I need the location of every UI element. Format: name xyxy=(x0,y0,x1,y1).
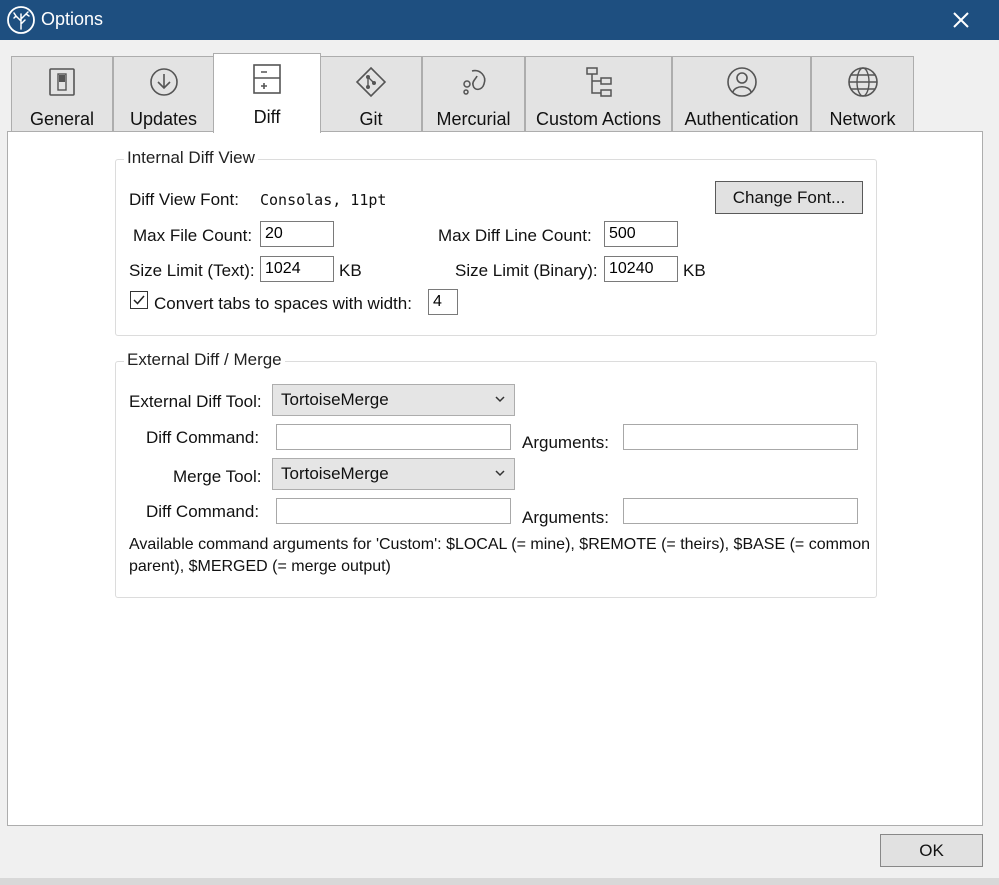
tab-mercurial[interactable]: Mercurial xyxy=(422,56,525,132)
max-diff-line-count-field[interactable] xyxy=(604,221,678,247)
git-icon xyxy=(355,66,387,98)
tab-width-field[interactable] xyxy=(428,289,458,315)
tab-label: Custom Actions xyxy=(535,109,662,129)
chevron-down-icon xyxy=(495,470,505,477)
max-file-count-label: Max File Count: xyxy=(133,226,253,245)
title-bar: Options xyxy=(0,0,999,40)
group-title: Internal Diff View xyxy=(124,148,258,168)
download-circle-icon xyxy=(149,68,178,96)
convert-tabs-checkbox[interactable] xyxy=(130,291,148,309)
tab-label: Authentication xyxy=(684,109,799,129)
diff-arguments-label: Arguments: xyxy=(522,433,609,452)
merge-arguments-label: Arguments: xyxy=(522,508,609,527)
group-title: External Diff / Merge xyxy=(124,350,285,370)
flowchart-icon xyxy=(585,67,612,97)
size-limit-text-label: Size Limit (Text): xyxy=(129,261,255,280)
size-limit-binary-label: Size Limit (Binary): xyxy=(455,261,598,280)
globe-icon xyxy=(847,67,878,97)
chevron-down-icon xyxy=(495,396,505,403)
tab-git[interactable]: Git xyxy=(320,56,422,132)
size-limit-binary-unit: KB xyxy=(683,261,706,280)
mercurial-icon xyxy=(462,69,485,95)
external-diff-merge-group: External Diff / Merge External Diff Tool… xyxy=(115,350,877,598)
size-limit-binary-field[interactable] xyxy=(604,256,678,282)
window-title: Options xyxy=(41,9,104,29)
tab-label: Git xyxy=(359,109,383,129)
size-limit-text-unit: KB xyxy=(339,261,362,280)
merge-arguments-field[interactable] xyxy=(623,498,858,524)
diff-view-font-value: Consolas, 11pt xyxy=(260,191,387,209)
close-icon xyxy=(953,12,969,28)
merge-tool-label: Merge Tool: xyxy=(173,467,262,486)
bottom-edge xyxy=(0,878,999,885)
convert-tabs-label: Convert tabs to spaces with width: xyxy=(154,294,412,313)
tab-label: Mercurial xyxy=(436,109,511,129)
tab-general[interactable]: General xyxy=(11,56,113,132)
tab-network[interactable]: Network xyxy=(811,56,914,132)
merge-diff-command-field[interactable] xyxy=(276,498,511,524)
merge-tool-dropdown[interactable]: TortoiseMerge xyxy=(272,458,515,490)
diff-arguments-field[interactable] xyxy=(623,424,858,450)
tab-label: General xyxy=(29,109,95,129)
tree-icon xyxy=(7,6,35,34)
diff-view-font-label: Diff View Font: xyxy=(129,190,239,209)
tab-label: Network xyxy=(829,109,896,129)
external-diff-tool-value: TortoiseMerge xyxy=(281,390,389,409)
help-line-1: Available command arguments for 'Custom'… xyxy=(129,536,871,553)
internal-diff-view-group: Internal Diff View Diff View Font: Conso… xyxy=(115,148,877,336)
user-circle-icon xyxy=(726,67,757,97)
merge-tool-value: TortoiseMerge xyxy=(281,464,389,483)
diff-command-field[interactable] xyxy=(276,424,511,450)
change-font-button[interactable]: Change Font... xyxy=(715,181,863,214)
tab-custom-actions[interactable]: Custom Actions xyxy=(525,56,672,132)
tab-updates[interactable]: Updates xyxy=(113,56,214,132)
help-line-2: parent), $MERGED (= merge output) xyxy=(129,558,391,575)
merge-diff-command-label: Diff Command: xyxy=(146,502,260,521)
ok-button[interactable]: OK xyxy=(880,834,983,867)
diff-document-icon xyxy=(253,64,281,94)
checkmark-icon xyxy=(133,295,145,305)
size-limit-text-field[interactable] xyxy=(260,256,334,282)
diff-command-label: Diff Command: xyxy=(146,428,260,447)
external-diff-tool-label: External Diff Tool: xyxy=(129,392,262,411)
toggle-switch-icon xyxy=(49,68,75,96)
diff-settings-panel: Internal Diff View Diff View Font: Conso… xyxy=(7,131,983,826)
tab-label: Updates xyxy=(129,109,198,129)
tab-label: Diff xyxy=(253,107,281,127)
tab-diff[interactable]: Diff xyxy=(213,53,321,133)
close-button[interactable] xyxy=(936,0,986,40)
external-diff-tool-dropdown[interactable]: TortoiseMerge xyxy=(272,384,515,416)
command-arguments-help: Available command arguments for 'Custom'… xyxy=(129,534,874,578)
tab-authentication[interactable]: Authentication xyxy=(672,56,811,132)
max-file-count-field[interactable] xyxy=(260,221,334,247)
max-diff-line-count-label: Max Diff Line Count: xyxy=(438,226,592,245)
